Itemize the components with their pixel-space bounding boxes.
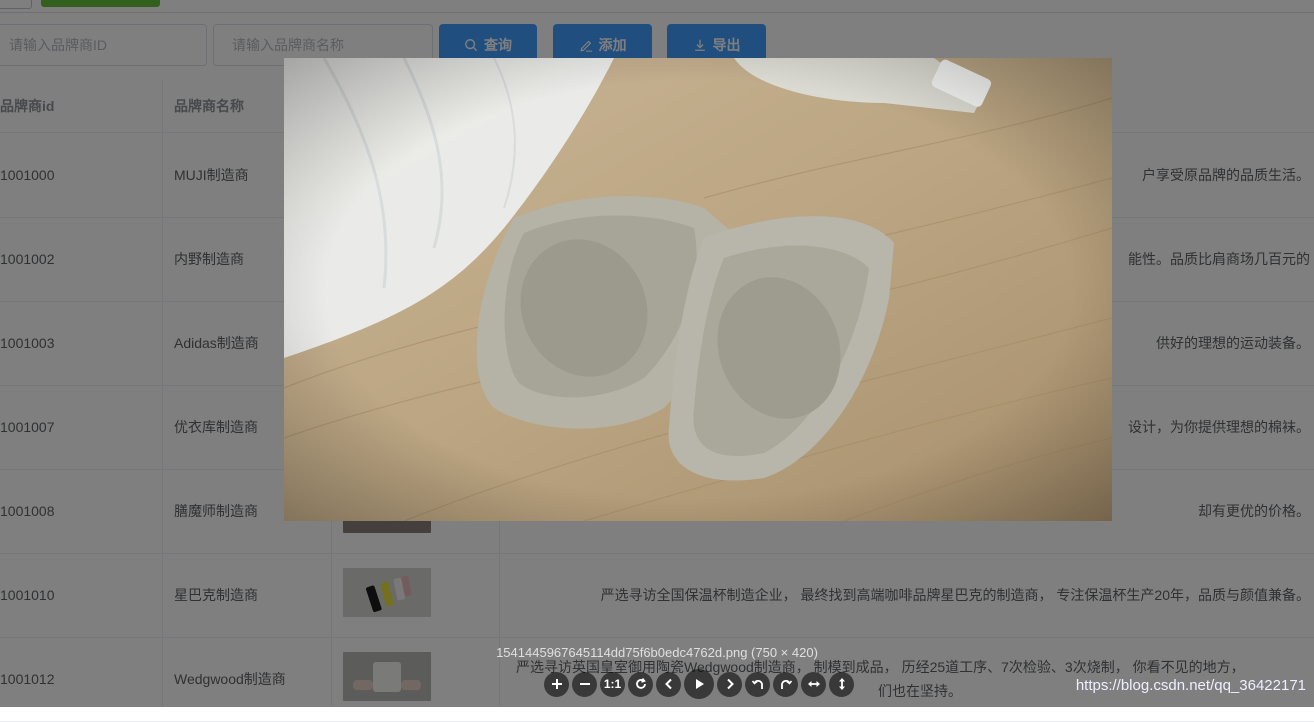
viewer-title: 1541445967645114dd75f6b0edc4762d.png (75… (496, 645, 818, 660)
rotate-right-icon (780, 679, 792, 689)
rotate-left-icon (751, 679, 763, 689)
plus-icon (551, 679, 562, 689)
viewer-toolbar: 1:1 (544, 669, 854, 699)
chevron-right-icon (726, 678, 734, 690)
play-icon (696, 679, 704, 689)
blog-watermark: https://blog.csdn.net/qq_36422171 (1075, 677, 1306, 694)
play-button[interactable] (684, 669, 714, 699)
viewer-image[interactable] (284, 58, 1112, 521)
refresh-icon (635, 678, 646, 689)
flip-vertical-button[interactable] (829, 671, 854, 697)
prev-button[interactable] (656, 671, 681, 697)
arrows-horizontal-icon (807, 681, 820, 687)
rotate-left-button[interactable] (745, 671, 770, 697)
one-to-one-button[interactable]: 1:1 (600, 671, 625, 697)
next-button[interactable] (717, 671, 742, 697)
flip-horizontal-button[interactable] (801, 671, 826, 697)
slippers-photo (284, 58, 1112, 521)
zoom-in-button[interactable] (544, 671, 569, 697)
zoom-out-button[interactable] (572, 671, 597, 697)
chevron-left-icon (664, 678, 672, 690)
rotate-right-button[interactable] (773, 671, 798, 697)
minus-icon (579, 683, 590, 685)
one-to-one-label: 1:1 (603, 677, 622, 691)
arrows-vertical-icon (838, 678, 845, 690)
reset-button[interactable] (628, 671, 653, 697)
